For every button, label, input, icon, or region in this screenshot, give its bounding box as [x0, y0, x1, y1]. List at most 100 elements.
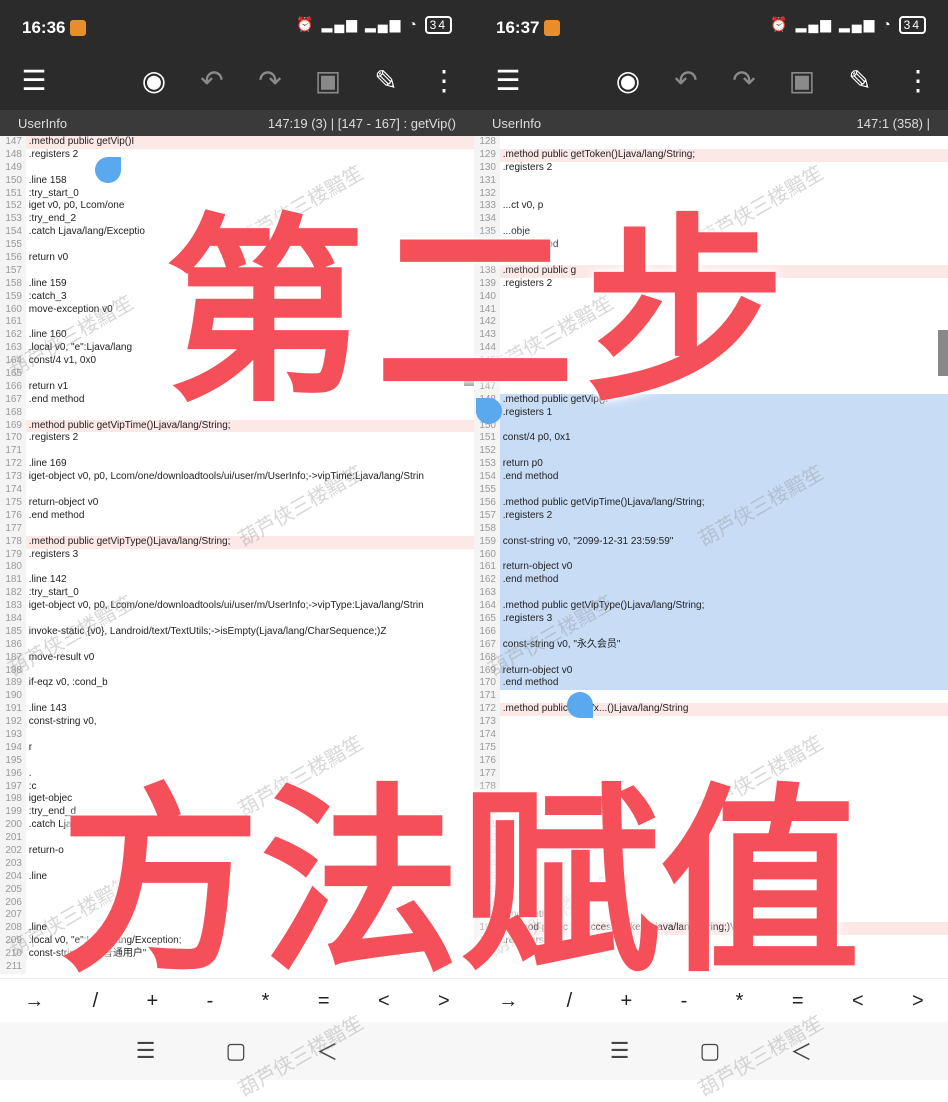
line-number: 172	[0, 458, 26, 472]
line-number: 156	[0, 252, 26, 265]
line-text: .registers 3	[26, 548, 79, 560]
line-text: .	[26, 767, 32, 779]
code-line[interactable]: 179 .registers 3	[0, 548, 474, 562]
compass-icon[interactable]: ◉	[608, 60, 648, 100]
line-number: 177	[0, 522, 26, 536]
code-line[interactable]: 171	[474, 690, 948, 704]
undo-icon[interactable]: ↶	[666, 60, 706, 100]
line-number: 193	[0, 728, 26, 742]
code-line[interactable]: 152	[474, 445, 948, 459]
code-line[interactable]: 174	[0, 484, 474, 497]
line-text: if-eqz v0, :cond_b	[26, 677, 108, 689]
code-line[interactable]: 173 iget-object v0, p0, Lcom/one/downloa…	[0, 471, 474, 485]
line-number: 180	[0, 561, 26, 575]
edit-icon[interactable]: ✎	[840, 60, 880, 100]
line-text: :c	[26, 780, 37, 792]
system-icons: ⏰ ▂▄▆ ▂▄▆ ◔ 34	[296, 16, 452, 34]
code-line[interactable]: 153 return p0	[474, 458, 948, 472]
line-text: :try_end_2	[26, 213, 77, 225]
code-line[interactable]: 175 return-object v0	[0, 496, 474, 510]
line-number: 157	[0, 264, 26, 278]
redo-icon[interactable]: ↷	[724, 60, 764, 100]
code-line[interactable]: 189 if-eqz v0, :cond_b	[0, 677, 474, 691]
code-line[interactable]: 162 .end method	[474, 574, 948, 588]
code-line[interactable]: 163	[474, 587, 948, 601]
code-line[interactable]: 156 .method public getVipTime()Ljava/lan…	[474, 496, 948, 510]
line-text: return-object v0	[26, 496, 99, 508]
line-text: .end method	[500, 471, 559, 483]
home-icon[interactable]: ▢	[225, 1038, 246, 1064]
line-number: 161	[0, 316, 26, 330]
line-number: 205	[0, 883, 26, 897]
code-line[interactable]: 188	[0, 664, 474, 678]
save-icon[interactable]: ▣	[308, 60, 348, 100]
recents-icon[interactable]: ☰	[136, 1038, 156, 1064]
line-number: 198	[0, 793, 26, 807]
code-line[interactable]: 160	[474, 548, 948, 562]
code-line[interactable]: 128	[474, 136, 948, 149]
code-line[interactable]: 182 :try_start_0	[0, 587, 474, 601]
code-line[interactable]: 155	[474, 484, 948, 497]
code-line[interactable]: 191 .line 143	[0, 703, 474, 717]
code-line[interactable]: 154 .end method	[474, 471, 948, 485]
code-line[interactable]: 170 .end method	[474, 677, 948, 691]
code-line[interactable]: 187 move-result v0	[0, 651, 474, 665]
battery-icon: 34	[424, 16, 452, 34]
scrollbar-thumb[interactable]	[938, 330, 948, 376]
code-line[interactable]: 180	[0, 561, 474, 575]
code-line[interactable]: 172 .line 169	[0, 458, 474, 472]
line-number: 162	[0, 329, 26, 343]
line-number: 181	[0, 574, 26, 588]
line-number: 161	[474, 561, 500, 575]
line-number: 156	[474, 496, 500, 510]
home-icon[interactable]: ▢	[699, 1038, 720, 1064]
menu-icon[interactable]: ☰	[14, 60, 54, 100]
code-line[interactable]: 172 .method public getWx...()Ljava/lang/…	[474, 703, 948, 717]
more-icon[interactable]: ⋮	[898, 60, 938, 100]
code-line[interactable]: 164 .method public getVipType()Ljava/lan…	[474, 600, 948, 613]
line-text: return p0	[500, 458, 543, 470]
code-line[interactable]: 190	[0, 690, 474, 704]
more-icon[interactable]: ⋮	[424, 60, 464, 100]
selection-handle-end[interactable]	[567, 692, 593, 718]
code-line[interactable]: 171	[0, 445, 474, 459]
line-text: .end method	[26, 509, 85, 521]
line-number: 203	[0, 857, 26, 871]
symbol-key[interactable]: →	[24, 990, 44, 1013]
line-number: 207	[0, 909, 26, 923]
line-number: 154	[0, 226, 26, 240]
line-number: 174	[0, 484, 26, 497]
code-line[interactable]: 181 .line 142	[0, 574, 474, 588]
recents-icon[interactable]: ☰	[610, 1038, 630, 1064]
line-text: .catch Ljava/lang/Exceptio	[26, 226, 145, 238]
code-line[interactable]: 178 .method public getVipType()Ljava/lan…	[0, 535, 474, 549]
undo-icon[interactable]: ↶	[192, 60, 232, 100]
line-number: 159	[0, 290, 26, 304]
line-number: 158	[0, 277, 26, 291]
redo-icon[interactable]: ↷	[250, 60, 290, 100]
code-line[interactable]: 176 .end method	[0, 509, 474, 523]
edit-icon[interactable]: ✎	[366, 60, 406, 100]
code-line[interactable]: 161 return-object v0	[474, 561, 948, 575]
line-number: 211	[0, 961, 26, 974]
line-number: 162	[474, 574, 500, 588]
code-line[interactable]: 169 return-object v0	[474, 664, 948, 678]
code-line[interactable]: 183 iget-object v0, p0, Lcom/one/downloa…	[0, 600, 474, 613]
menu-icon[interactable]: ☰	[488, 60, 528, 100]
app-icon	[70, 20, 86, 36]
line-text: return v0	[26, 252, 69, 264]
line-number: 196	[0, 767, 26, 781]
line-number: 195	[0, 754, 26, 768]
save-icon[interactable]: ▣	[782, 60, 822, 100]
compass-icon[interactable]: ◉	[134, 60, 174, 100]
line-text: iget v0, p0, Lcom/one	[26, 200, 125, 212]
symbol-key[interactable]: >	[912, 990, 924, 1013]
line-number: 154	[474, 471, 500, 485]
line-number: 128	[474, 136, 500, 149]
line-number: 166	[474, 625, 500, 639]
line-text: .line 143	[26, 703, 67, 715]
selection-handle[interactable]	[95, 157, 121, 183]
line-number: 189	[0, 677, 26, 691]
line-text: :try_start_0	[26, 187, 79, 199]
code-line[interactable]: 147 .method public getVip()I	[0, 136, 474, 149]
